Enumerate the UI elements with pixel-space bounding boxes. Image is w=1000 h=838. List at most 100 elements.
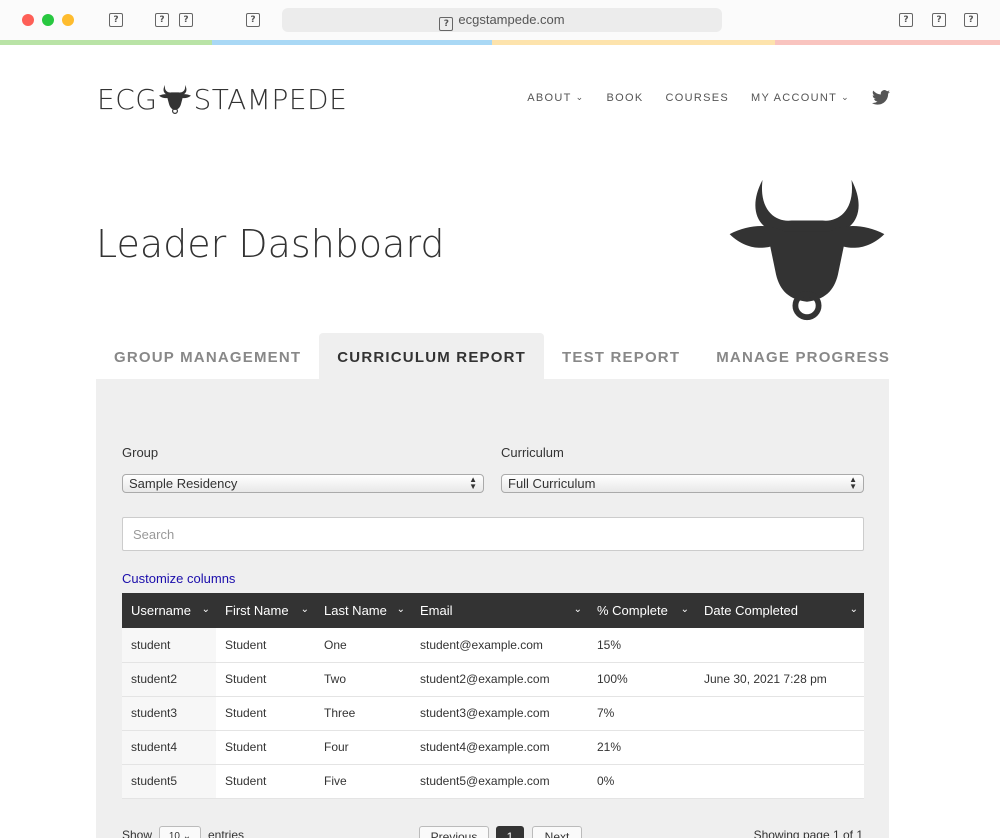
table-row: student5 Student Five student5@example.c… — [122, 764, 864, 799]
column-header-date-completed[interactable]: Date Completed ⌄ — [695, 593, 864, 628]
select-arrows-icon: ▲ ▼ — [849, 475, 857, 491]
cell-email: student5@example.com — [411, 764, 588, 799]
cell-username: student3 — [122, 696, 216, 731]
site-icon: ? — [439, 17, 454, 31]
cell-date-completed: June 30, 2021 7:28 pm — [695, 662, 864, 697]
rainbow-stripe-yellow — [492, 40, 775, 45]
nav-courses[interactable]: COURSES — [666, 92, 730, 104]
curriculum-select-value: Full Curriculum — [508, 476, 596, 491]
sidebar-icon[interactable]: ? — [109, 13, 123, 27]
column-header-first-name[interactable]: First Name ⌄ — [216, 593, 315, 628]
group-label: Group — [122, 445, 159, 460]
cell-percent-complete: 21% — [588, 730, 695, 765]
cell-username: student5 — [122, 764, 216, 799]
column-header-username[interactable]: Username ⌄ — [122, 593, 216, 628]
column-header-last-name[interactable]: Last Name ⌄ — [315, 593, 411, 628]
column-header-label: % Complete — [597, 603, 668, 618]
column-header-label: Date Completed — [704, 603, 798, 618]
cell-date-completed — [695, 696, 864, 731]
nav-my-account[interactable]: MY ACCOUNT ⌄ — [751, 92, 850, 104]
cell-last-name: Four — [315, 730, 411, 765]
browser-toolbar: ? ? ? ? ? ecgstampede.com ? ? ? — [0, 0, 1000, 40]
back-icon[interactable]: ? — [155, 13, 169, 27]
column-header-label: Email — [420, 603, 453, 618]
share-icon[interactable]: ? — [899, 13, 913, 27]
page-title: Leader Dashboard — [96, 222, 445, 266]
curriculum-table: Username ⌄ First Name ⌄ Last Name ⌄ Email ⌄ … — [122, 593, 864, 799]
cell-last-name: Five — [315, 764, 411, 799]
cell-date-completed — [695, 730, 864, 765]
new-tab-icon[interactable]: ? — [932, 13, 946, 27]
customize-columns-link[interactable]: Customize columns — [122, 571, 235, 586]
nav-book-label: BOOK — [606, 91, 644, 104]
group-select[interactable]: Sample Residency ▲ ▼ — [122, 474, 484, 493]
cell-username: student2 — [122, 662, 216, 697]
cell-percent-complete: 0% — [588, 764, 695, 799]
cell-first-name: Student — [216, 662, 315, 697]
entries-label: entries — [208, 828, 245, 838]
table-row: student3 Student Three student3@example.… — [122, 696, 864, 731]
nav-about[interactable]: ABOUT ⌄ — [527, 92, 584, 104]
chevron-down-icon: ⌄ — [573, 604, 582, 615]
column-header-label: Last Name — [324, 603, 387, 618]
bull-mascot-icon — [729, 179, 885, 321]
chevron-down-icon: ⌄ — [201, 604, 210, 615]
cell-date-completed — [695, 764, 864, 799]
cell-date-completed — [695, 628, 864, 663]
previous-page-button[interactable]: Previous — [419, 826, 489, 838]
logo-text-right: STAMPEDE — [193, 82, 348, 116]
column-header-email[interactable]: Email ⌄ — [411, 593, 588, 628]
nav-book[interactable]: BOOK — [607, 92, 644, 104]
cell-username: student — [122, 628, 216, 663]
rainbow-stripe-red — [775, 40, 1000, 45]
dashboard-tabs: GROUP MANAGEMENT CURRICULUM REPORT TEST … — [96, 333, 908, 379]
minimize-window-button[interactable] — [62, 14, 74, 26]
page-1-button[interactable]: 1 — [496, 826, 524, 838]
forward-icon[interactable]: ? — [179, 13, 193, 27]
cell-username: student4 — [122, 730, 216, 765]
main-nav: ABOUT ⌄ BOOK COURSES MY ACCOUNT ⌄ — [527, 90, 890, 105]
address-bar[interactable]: ? ecgstampede.com — [282, 8, 722, 32]
maximize-window-button[interactable] — [42, 14, 54, 26]
rainbow-stripe-blue — [212, 40, 492, 45]
entries-per-page-select[interactable]: 10 ⌄ — [159, 826, 201, 838]
curriculum-select[interactable]: Full Curriculum ▲ ▼ — [501, 474, 864, 493]
column-header-label: First Name — [225, 603, 289, 618]
search-input[interactable] — [122, 517, 864, 551]
cell-percent-complete: 15% — [588, 628, 695, 663]
next-page-button[interactable]: Next — [532, 826, 582, 838]
cell-last-name: Three — [315, 696, 411, 731]
showing-page-text: Showing page 1 of 1 — [753, 828, 863, 838]
table-header-row: Username ⌄ First Name ⌄ Last Name ⌄ Email ⌄ … — [122, 593, 864, 628]
shield-icon[interactable]: ? — [246, 13, 260, 27]
twitter-icon[interactable] — [872, 90, 890, 105]
nav-courses-label: COURSES — [665, 91, 730, 104]
column-header-percent-complete[interactable]: % Complete ⌄ — [588, 593, 695, 628]
nav-my-account-label: MY ACCOUNT — [751, 91, 838, 104]
tab-manage-progress[interactable]: MANAGE PROGRESS — [698, 333, 908, 379]
cell-first-name: Student — [216, 764, 315, 799]
tabs-overview-icon[interactable]: ? — [964, 13, 978, 27]
site-logo[interactable]: ECG STAMPEDE — [97, 82, 347, 116]
cell-percent-complete: 7% — [588, 696, 695, 731]
select-arrows-icon: ▲ ▼ — [469, 475, 477, 491]
cell-email: student2@example.com — [411, 662, 588, 697]
cell-first-name: Student — [216, 696, 315, 731]
tab-group-management[interactable]: GROUP MANAGEMENT — [96, 333, 319, 379]
logo-text-left: ECG — [97, 82, 158, 116]
curriculum-label: Curriculum — [501, 445, 564, 460]
entries-per-page-value: 10 — [168, 831, 180, 838]
cell-email: student@example.com — [411, 628, 588, 663]
close-window-button[interactable] — [22, 14, 34, 26]
table-row: student2 Student Two student2@example.co… — [122, 662, 864, 697]
chevron-down-icon: ⌄ — [575, 92, 585, 102]
tab-curriculum-report[interactable]: CURRICULUM REPORT — [319, 333, 544, 379]
table-row: student4 Student Four student4@example.c… — [122, 730, 864, 765]
cell-email: student3@example.com — [411, 696, 588, 731]
table-row: student Student One student@example.com … — [122, 628, 864, 663]
tab-test-report[interactable]: TEST REPORT — [544, 333, 698, 379]
url-text: ecgstampede.com — [458, 12, 565, 27]
rainbow-stripe-green — [0, 40, 212, 45]
cell-first-name: Student — [216, 730, 315, 765]
chevron-down-icon: ⌄ — [396, 604, 405, 615]
